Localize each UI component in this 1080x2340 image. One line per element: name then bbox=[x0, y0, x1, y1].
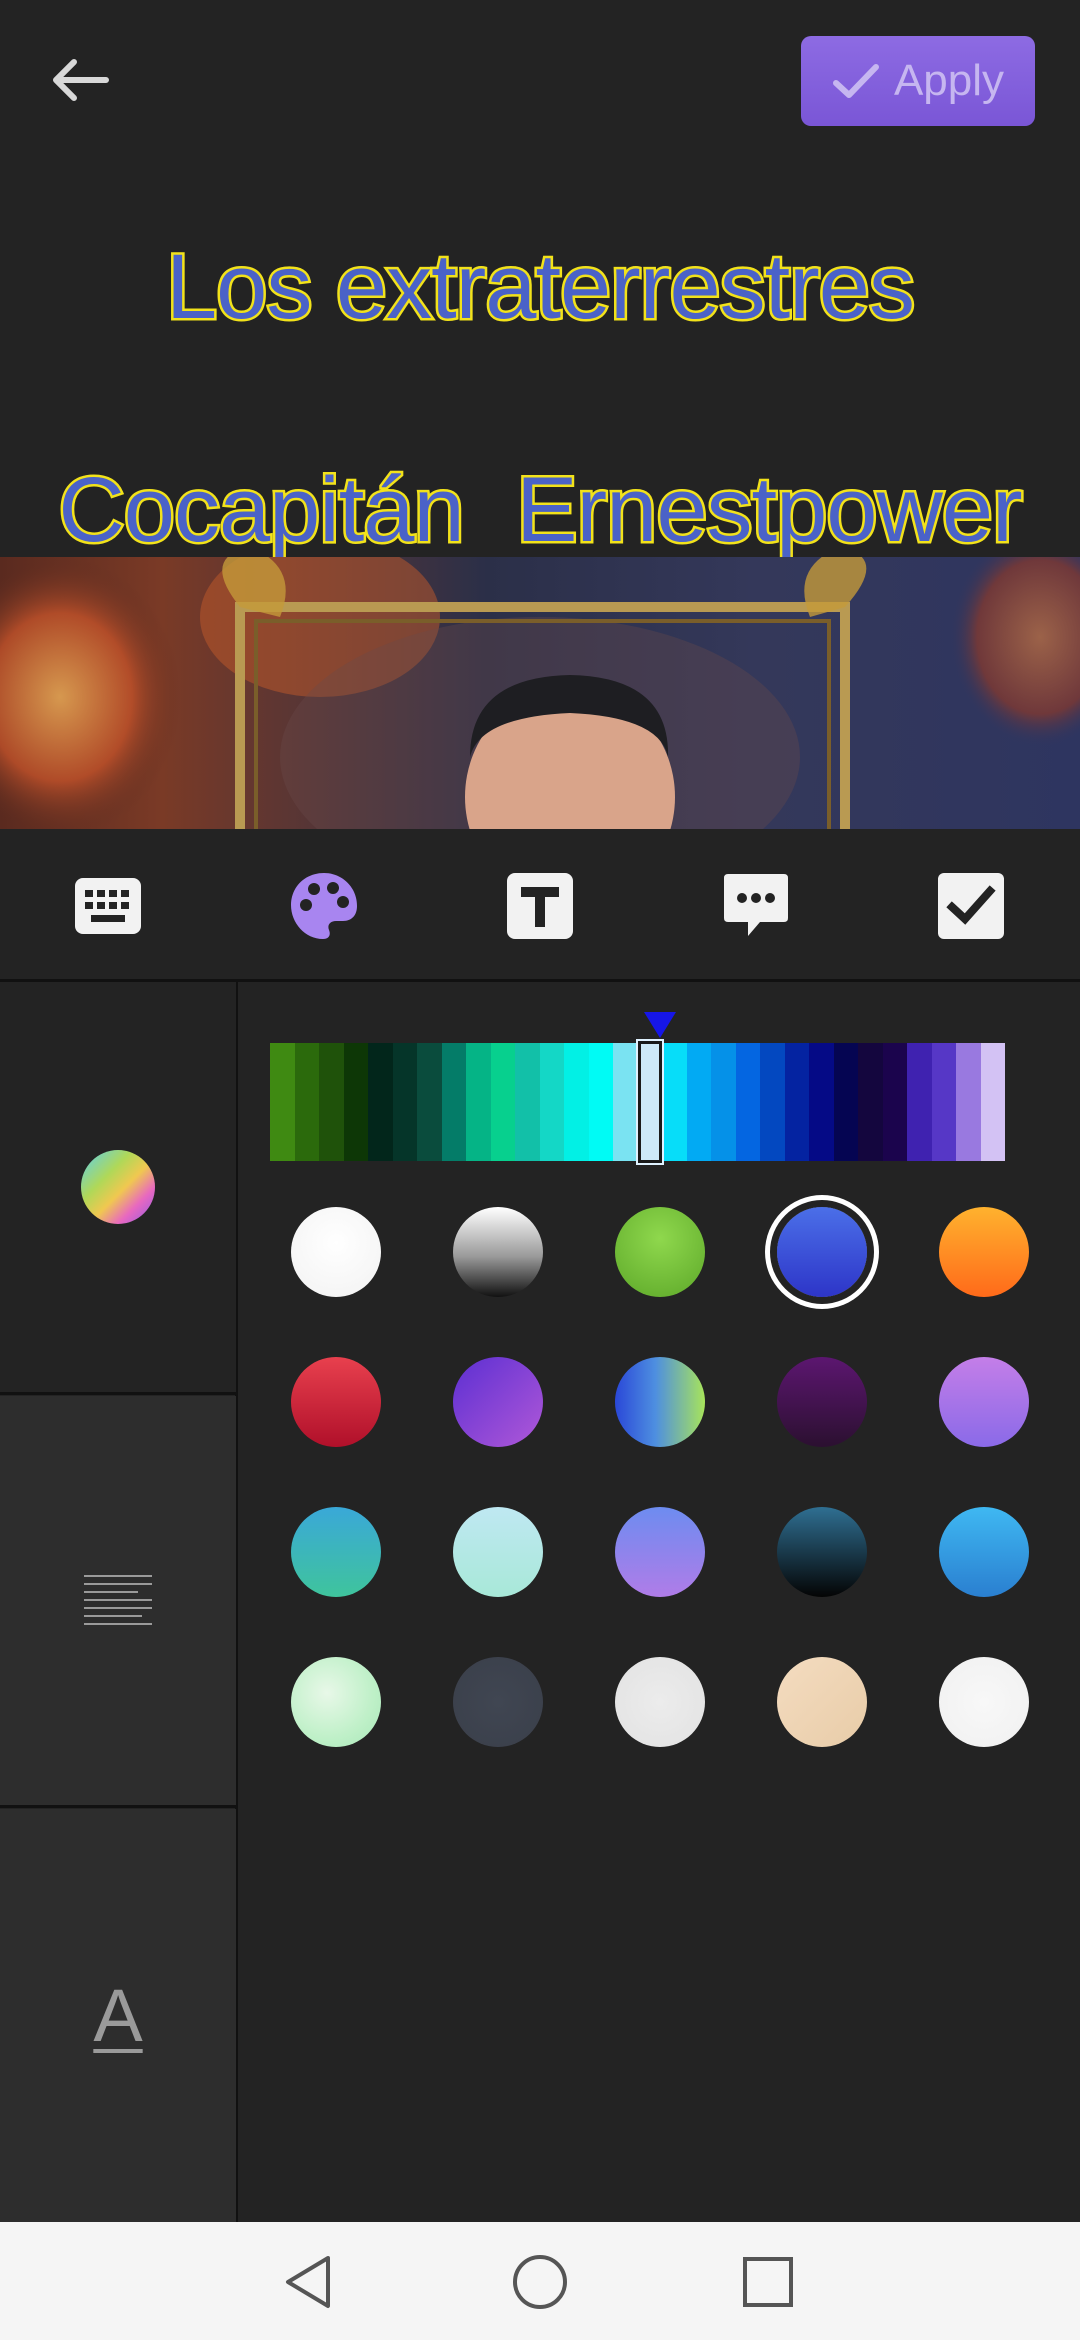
color-strip-segment[interactable] bbox=[392, 1043, 417, 1161]
text-align-icon bbox=[84, 1574, 152, 1625]
nav-recents-button[interactable] bbox=[728, 2242, 808, 2322]
color-strip-segment[interactable] bbox=[417, 1043, 442, 1161]
swatch-beige[interactable] bbox=[777, 1657, 867, 1747]
nav-back-button[interactable] bbox=[268, 2242, 348, 2322]
apply-label: Apply bbox=[893, 56, 1005, 105]
alignment-tab[interactable] bbox=[0, 1396, 236, 1808]
speech-bubble-button[interactable] bbox=[720, 870, 792, 942]
color-strip-segment[interactable] bbox=[441, 1043, 466, 1161]
speech-bubble-icon bbox=[724, 874, 788, 936]
swatch-navy[interactable] bbox=[777, 1507, 867, 1597]
swatch-green[interactable] bbox=[615, 1207, 705, 1297]
caption-line-2[interactable]: Cocapitán Ernestpower bbox=[0, 457, 1080, 564]
arrow-left-icon bbox=[53, 59, 109, 101]
palette-icon bbox=[291, 873, 357, 939]
font-icon: A bbox=[93, 1974, 143, 2057]
color-strip-segment[interactable] bbox=[882, 1043, 907, 1161]
swatch-plum[interactable] bbox=[777, 1357, 867, 1447]
color-strip-segment[interactable] bbox=[980, 1043, 1005, 1161]
color-strip-selected-segment[interactable] bbox=[635, 1039, 664, 1165]
back-triangle-icon bbox=[286, 2256, 330, 2308]
image-preview bbox=[0, 557, 1080, 829]
color-strip[interactable] bbox=[270, 1039, 1005, 1165]
swatch-blue[interactable] bbox=[777, 1207, 867, 1297]
color-strip-segment[interactable] bbox=[564, 1043, 589, 1161]
color-strip-segment[interactable] bbox=[588, 1043, 613, 1161]
color-strip-segment[interactable] bbox=[858, 1043, 883, 1161]
color-palette-button[interactable] bbox=[288, 870, 360, 942]
color-tab[interactable] bbox=[0, 982, 236, 1395]
swatch-periwinkle[interactable] bbox=[615, 1507, 705, 1597]
strip-selection-marker bbox=[644, 1012, 676, 1038]
color-strip-segment[interactable] bbox=[294, 1043, 319, 1161]
nav-home-button[interactable] bbox=[500, 2242, 580, 2322]
color-strip-segment[interactable] bbox=[662, 1043, 687, 1161]
swatch-light-gray[interactable] bbox=[615, 1657, 705, 1747]
preview-artwork bbox=[0, 557, 1080, 829]
swatch-blue-green[interactable] bbox=[615, 1357, 705, 1447]
checkbox-icon bbox=[938, 873, 1004, 939]
color-strip-segment[interactable] bbox=[270, 1043, 295, 1161]
color-strip-segment[interactable] bbox=[784, 1043, 809, 1161]
swatch-mint[interactable] bbox=[453, 1507, 543, 1597]
keyboard-icon bbox=[75, 878, 141, 934]
font-tab[interactable]: A bbox=[0, 1809, 236, 2222]
color-strip-segment[interactable] bbox=[956, 1043, 981, 1161]
swatch-white[interactable] bbox=[291, 1207, 381, 1297]
color-strip-segment[interactable] bbox=[760, 1043, 785, 1161]
color-strip-segment[interactable] bbox=[686, 1043, 711, 1161]
color-strip-segment[interactable] bbox=[319, 1043, 344, 1161]
style-category-panel: A bbox=[0, 982, 238, 2222]
editor-toolbar bbox=[0, 830, 1080, 982]
swatch-orange[interactable] bbox=[939, 1207, 1029, 1297]
color-strip-segment[interactable] bbox=[466, 1043, 491, 1161]
color-strip-segment[interactable] bbox=[735, 1043, 760, 1161]
color-strip-segment[interactable] bbox=[539, 1043, 564, 1161]
text-format-icon bbox=[507, 873, 573, 939]
color-wheel-icon bbox=[81, 1150, 155, 1224]
color-strip-segment[interactable] bbox=[368, 1043, 393, 1161]
swatch-sky[interactable] bbox=[939, 1507, 1029, 1597]
swatch-lavender[interactable] bbox=[939, 1357, 1029, 1447]
apply-button[interactable]: Apply bbox=[801, 36, 1035, 126]
swatch-pale-green[interactable] bbox=[291, 1657, 381, 1747]
caption-line-1[interactable]: Los extraterrestres bbox=[0, 234, 1080, 341]
color-strip-segment[interactable] bbox=[809, 1043, 834, 1161]
color-strip-segment[interactable] bbox=[907, 1043, 932, 1161]
checkmark-icon bbox=[832, 64, 879, 98]
color-strip-segment[interactable] bbox=[490, 1043, 515, 1161]
confirm-button[interactable] bbox=[935, 870, 1007, 942]
keyboard-button[interactable] bbox=[72, 870, 144, 942]
app-root: Apply Los extraterrestres Cocapitán Erne… bbox=[0, 0, 1080, 2340]
color-strip-segment[interactable] bbox=[613, 1043, 638, 1161]
back-button[interactable] bbox=[40, 45, 120, 115]
color-strip-segment[interactable] bbox=[833, 1043, 858, 1161]
color-strip-segment[interactable] bbox=[931, 1043, 956, 1161]
swatch-slate[interactable] bbox=[453, 1657, 543, 1747]
system-navigation-bar bbox=[0, 2222, 1080, 2340]
color-strip-segment[interactable] bbox=[343, 1043, 368, 1161]
home-circle-icon bbox=[513, 2255, 567, 2309]
swatch-silver[interactable] bbox=[453, 1207, 543, 1297]
swatch-red[interactable] bbox=[291, 1357, 381, 1447]
recents-square-icon bbox=[743, 2257, 793, 2307]
color-strip-segment[interactable] bbox=[711, 1043, 736, 1161]
text-style-button[interactable] bbox=[504, 870, 576, 942]
swatch-off-white[interactable] bbox=[939, 1657, 1029, 1747]
color-strip-segment[interactable] bbox=[515, 1043, 540, 1161]
swatch-teal[interactable] bbox=[291, 1507, 381, 1597]
swatch-purple[interactable] bbox=[453, 1357, 543, 1447]
